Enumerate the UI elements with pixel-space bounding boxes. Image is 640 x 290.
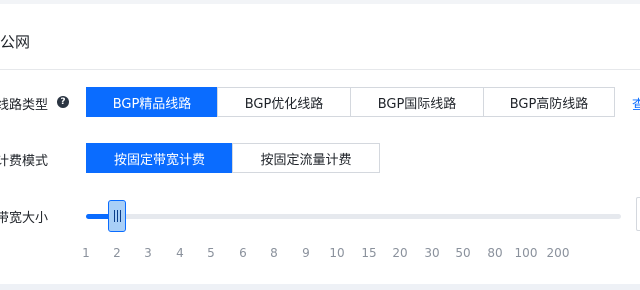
- line-type-option-bgp-optimized[interactable]: BGP优化线路: [217, 87, 351, 117]
- tick-label: 80: [487, 246, 503, 260]
- billing-mode-selector: 按固定带宽计费 按固定流量计费: [86, 143, 380, 173]
- bottom-band: [0, 284, 640, 290]
- line-type-option-bgp-premium[interactable]: BGP精品线路: [86, 87, 218, 117]
- bandwidth-label: 带宽大小: [0, 211, 49, 226]
- bandwidth-input[interactable]: [636, 197, 640, 231]
- line-type-option-bgp-ddos[interactable]: BGP高防线路: [483, 87, 615, 117]
- tick-label: 30: [424, 246, 440, 260]
- top-band: [0, 0, 640, 4]
- tick-label: 50: [455, 246, 471, 260]
- billing-mode-label: 计费模式: [0, 154, 49, 169]
- section-divider: [0, 69, 640, 70]
- billing-option-fixed-bandwidth[interactable]: 按固定带宽计费: [86, 143, 233, 173]
- tick-label: 9: [302, 246, 310, 260]
- section-title: 公网: [0, 33, 31, 51]
- tick-label: 1: [82, 246, 90, 260]
- line-type-selector: BGP精品线路 BGP优化线路 BGP国际线路 BGP高防线路: [86, 87, 615, 117]
- tick-label: 20: [392, 246, 408, 260]
- help-icon[interactable]: ?: [57, 96, 69, 108]
- more-link[interactable]: 查: [632, 94, 640, 113]
- billing-option-fixed-traffic[interactable]: 按固定流量计费: [232, 143, 380, 173]
- tick-label: 10: [329, 246, 345, 260]
- bandwidth-slider-rail[interactable]: [86, 214, 621, 219]
- tick-label: 8: [270, 246, 278, 260]
- tick-label: 6: [239, 246, 247, 260]
- tick-label: 5: [207, 246, 215, 260]
- bandwidth-slider-handle[interactable]: [108, 200, 126, 232]
- tick-label: 2: [113, 246, 121, 260]
- tick-label: 4: [176, 246, 184, 260]
- line-type-label: 线路类型: [0, 98, 49, 113]
- tick-label: 100: [514, 246, 538, 260]
- line-type-option-bgp-international[interactable]: BGP国际线路: [350, 87, 484, 117]
- tick-label: 15: [361, 246, 377, 260]
- tick-label: 3: [144, 246, 152, 260]
- tick-label: 200: [546, 246, 570, 260]
